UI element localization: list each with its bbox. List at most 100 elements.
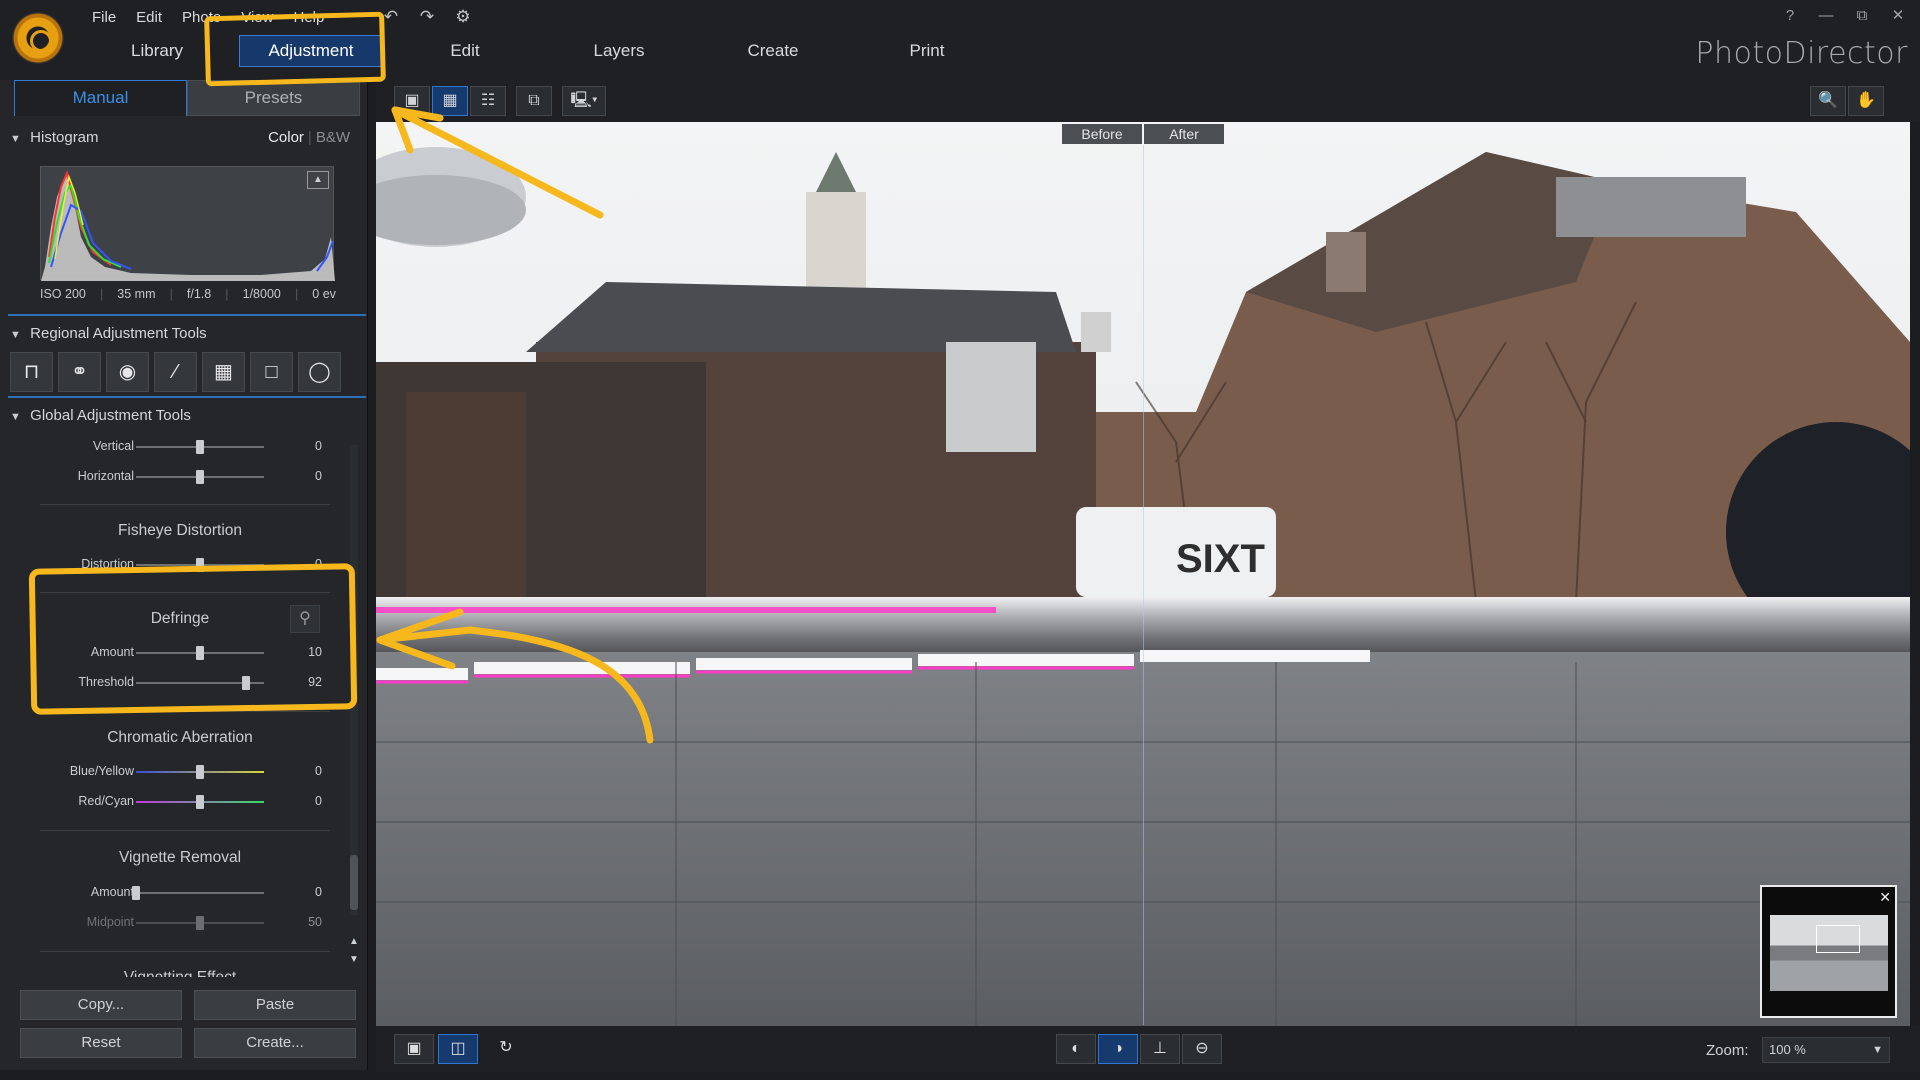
slider-label: Red/Cyan	[78, 794, 134, 808]
histogram-mode-separator: |	[307, 129, 312, 146]
tab-layers-label: Layers	[593, 41, 645, 60]
single-view-icon[interactable]: ▦	[432, 86, 468, 116]
vignetting-effect-title: Vignetting Effect	[10, 969, 350, 977]
slider-thumb[interactable]	[196, 795, 204, 809]
slider-track[interactable]	[136, 892, 264, 894]
quick-tools: ↶ ↷ ⚙	[380, 6, 474, 28]
tab-library-label: Library	[131, 41, 183, 60]
settings-icon[interactable]: ⚙	[452, 6, 474, 28]
compare-view-icon[interactable]: ⧉	[516, 86, 552, 116]
before-after-split-line[interactable]	[1143, 145, 1144, 1025]
horizontal-split-icon[interactable]: ⊖	[1182, 1034, 1222, 1064]
regional-tools-title: Regional Adjustment Tools	[30, 325, 207, 342]
rectangle-icon[interactable]: □	[250, 352, 293, 392]
slider-vertical: Vertical 0	[10, 437, 350, 457]
side-by-side-icon[interactable]: ◫	[438, 1034, 478, 1064]
subsection-divider	[40, 504, 330, 505]
zoom-select[interactable]: 100 % ▼	[1762, 1037, 1890, 1063]
histogram-header[interactable]: ▼ Histogram Color | B&W	[10, 124, 366, 152]
navigator[interactable]: ✕	[1760, 885, 1897, 1018]
single-photo-icon[interactable]: ▣	[394, 1034, 434, 1064]
histogram-mode-toggle: Color | B&W	[268, 124, 350, 152]
grid-view-icon[interactable]: ☷	[470, 86, 506, 116]
create-button[interactable]: Create...	[194, 1028, 356, 1058]
reset-button[interactable]: Reset	[20, 1028, 182, 1058]
restore-icon[interactable]: ⧉	[1852, 6, 1872, 26]
slider-label: Vertical	[93, 439, 134, 453]
van-signage: SIXT	[1176, 537, 1265, 581]
close-icon[interactable]: ✕	[1888, 6, 1908, 26]
collapse-triangle-icon: ▼	[10, 133, 21, 145]
viewer-bottom-bar: ▣ ◫ ↻ ◐ ◑ ⊥ ⊖ Zoom: 100 % ▼	[376, 1026, 1920, 1072]
slider-thumb[interactable]	[132, 886, 140, 900]
gradient-icon[interactable]: ▦	[202, 352, 245, 392]
slider-thumb[interactable]	[196, 765, 204, 779]
histogram-clip-warning-icon[interactable]: ▲	[307, 171, 329, 189]
slider-thumb[interactable]	[196, 470, 204, 484]
after-label[interactable]: After	[1144, 124, 1224, 144]
tab-create-label: Create	[747, 41, 799, 60]
annotation-highlight-defringe	[28, 563, 358, 715]
slider-horizontal: Horizontal 0	[10, 467, 350, 487]
slider-value: 50	[308, 915, 322, 929]
tab-edit-label: Edit	[450, 41, 480, 60]
rotate-list-icon[interactable]: ↻	[486, 1034, 526, 1064]
crop-icon[interactable]: ⊓	[10, 352, 53, 392]
section-divider	[8, 396, 366, 398]
brush-icon[interactable]: ⁄	[154, 352, 197, 392]
tab-layers[interactable]: Layers	[542, 33, 696, 69]
close-icon[interactable]: ✕	[1879, 889, 1891, 906]
navigator-viewport[interactable]	[1816, 925, 1860, 953]
chevron-down-icon: ▼	[1872, 1044, 1883, 1056]
hand-tool-icon[interactable]: ✋	[1848, 86, 1884, 116]
slider-label: Amount	[90, 885, 134, 899]
vertical-split-icon[interactable]: ⊥	[1140, 1034, 1180, 1064]
spot-removal-icon[interactable]: ⚭	[58, 352, 101, 392]
global-tools-header[interactable]: ▼ Global Adjustment Tools	[10, 402, 366, 430]
collapse-triangle-icon: ▼	[10, 411, 21, 423]
slider-vignette-midpoint: Midpoint 50	[10, 913, 350, 933]
tab-create[interactable]: Create	[696, 33, 850, 69]
panel-scrollbar-thumb[interactable]	[350, 855, 358, 910]
histogram-mode-color[interactable]: Color	[268, 129, 304, 146]
minimize-icon[interactable]: —	[1816, 6, 1836, 26]
help-icon[interactable]: ?	[1780, 6, 1800, 26]
window-controls: ? — ⧉ ✕	[1780, 6, 1908, 26]
regional-tools-header[interactable]: ▼ Regional Adjustment Tools	[10, 320, 366, 348]
tab-print-label: Print	[909, 41, 945, 60]
section-divider	[8, 314, 366, 316]
zoom-value: 100 %	[1769, 1042, 1806, 1057]
menu-edit[interactable]: Edit	[126, 8, 172, 28]
before-label[interactable]: Before	[1062, 124, 1142, 144]
tab-print[interactable]: Print	[850, 33, 1004, 69]
copy-button[interactable]: Copy...	[20, 990, 182, 1020]
half-split-icon[interactable]: ◑	[1098, 1034, 1138, 1064]
red-eye-icon[interactable]: ◉	[106, 352, 149, 392]
tab-edit[interactable]: Edit	[388, 33, 542, 69]
slider-value: 0	[315, 764, 322, 778]
menu-file[interactable]: File	[82, 8, 126, 28]
zoom-label: Zoom:	[1706, 1042, 1749, 1059]
filmstrip-view-icon[interactable]: ▣	[394, 86, 430, 116]
scroll-up-icon[interactable]: ▲	[349, 936, 359, 948]
zoom-tool-icon[interactable]: 🔍	[1810, 86, 1846, 116]
exif-shutter: 1/8000	[242, 287, 281, 301]
slider-label: Blue/Yellow	[69, 764, 134, 778]
compare-split-icon[interactable]: ◐	[1056, 1034, 1096, 1064]
paste-button[interactable]: Paste	[194, 990, 356, 1020]
exif-iso: ISO 200	[40, 287, 86, 301]
scroll-down-icon[interactable]: ▼	[349, 954, 359, 966]
exif-exposure: 0 ev	[312, 287, 336, 301]
display-options-icon[interactable]: 🖳▾	[562, 86, 606, 116]
exif-separator: |	[294, 287, 299, 301]
exif-info: ISO 200 | 35 mm | f/1.8 | 1/8000 | 0 ev	[40, 287, 336, 301]
circle-icon[interactable]: ◯	[298, 352, 341, 392]
slider-thumb	[196, 916, 204, 930]
histogram-mode-bw[interactable]: B&W	[316, 129, 350, 146]
panel-tabs: Manual Presets	[14, 80, 360, 116]
histogram-title: Histogram	[30, 129, 99, 146]
exif-separator: |	[99, 287, 104, 301]
slider-thumb[interactable]	[196, 440, 204, 454]
tab-manual[interactable]: Manual	[14, 80, 187, 116]
redo-icon[interactable]: ↷	[416, 6, 438, 28]
